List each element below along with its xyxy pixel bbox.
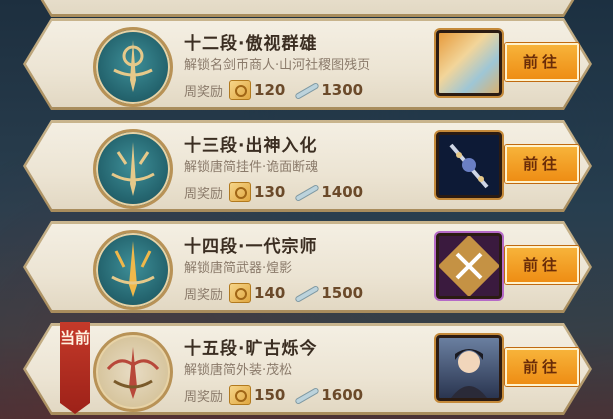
token-icon <box>229 385 252 405</box>
rank-desc: 解锁唐简武器·煌影 <box>184 261 293 276</box>
rank-desc: 解锁唐简外装·茂松 <box>184 363 293 378</box>
go-button[interactable]: 前往 <box>505 348 579 386</box>
map-scroll-icon[interactable] <box>436 30 502 96</box>
reward-label: 周奖励 <box>184 389 224 405</box>
rank-emblem-icon <box>93 27 173 107</box>
sword-icon <box>293 386 319 404</box>
character-portrait-icon[interactable] <box>436 335 502 401</box>
sword-icon <box>293 81 319 99</box>
rank-title: 十四段·一代宗师 <box>184 237 318 257</box>
sword-amount: 1300 <box>321 81 364 99</box>
rank-row-partial <box>26 0 589 14</box>
weekly-reward: 周奖励 140 1500 <box>184 282 363 304</box>
rank-emblem-icon <box>93 332 173 412</box>
rank-row-12: 十二段·傲视群雄 解锁名剑币商人·山河社稷图残页 周奖励 120 1300 前往 <box>26 21 589 107</box>
ornament-pendant-icon[interactable] <box>436 132 502 198</box>
token-icon <box>229 182 252 202</box>
rank-row-15: 十五段·旷古烁今 解锁唐简外装·茂松 周奖励 150 1600 前往 <box>26 326 589 412</box>
weekly-reward: 周奖励 120 1300 <box>184 79 363 101</box>
go-button[interactable]: 前往 <box>505 43 579 81</box>
go-button[interactable]: 前往 <box>505 246 579 284</box>
reward-label: 周奖励 <box>184 287 224 303</box>
reward-label: 周奖励 <box>184 186 224 202</box>
rank-title: 十五段·旷古烁今 <box>184 339 318 359</box>
sword-amount: 1600 <box>321 386 364 404</box>
rank-title: 十三段·出神入化 <box>184 136 318 156</box>
rank-emblem-icon <box>93 230 173 310</box>
rank-desc: 解锁名剑币商人·山河社稷图残页 <box>184 58 371 73</box>
sword-amount: 1500 <box>321 284 364 302</box>
token-icon <box>229 80 252 100</box>
sword-amount: 1400 <box>321 183 364 201</box>
current-rank-ribbon: 当前 <box>60 322 90 414</box>
rank-title: 十二段·傲视群雄 <box>184 34 318 54</box>
crossed-blades-icon[interactable] <box>436 233 502 299</box>
weekly-reward: 周奖励 150 1600 <box>184 384 363 406</box>
token-icon <box>229 283 252 303</box>
token-amount: 150 <box>254 386 286 404</box>
token-amount: 120 <box>254 81 286 99</box>
rank-row-13: 十三段·出神入化 解锁唐简挂件·诡面断魂 周奖励 130 1400 前往 <box>26 123 589 209</box>
rank-emblem-icon <box>93 129 173 209</box>
token-amount: 130 <box>254 183 286 201</box>
sword-icon <box>293 284 319 302</box>
reward-label: 周奖励 <box>184 84 224 100</box>
go-button[interactable]: 前往 <box>505 145 579 183</box>
weekly-reward: 周奖励 130 1400 <box>184 181 363 203</box>
token-amount: 140 <box>254 284 286 302</box>
sword-icon <box>293 183 319 201</box>
rank-row-14: 十四段·一代宗师 解锁唐简武器·煌影 周奖励 140 1500 前往 <box>26 224 589 310</box>
rank-desc: 解锁唐简挂件·诡面断魂 <box>184 160 319 175</box>
